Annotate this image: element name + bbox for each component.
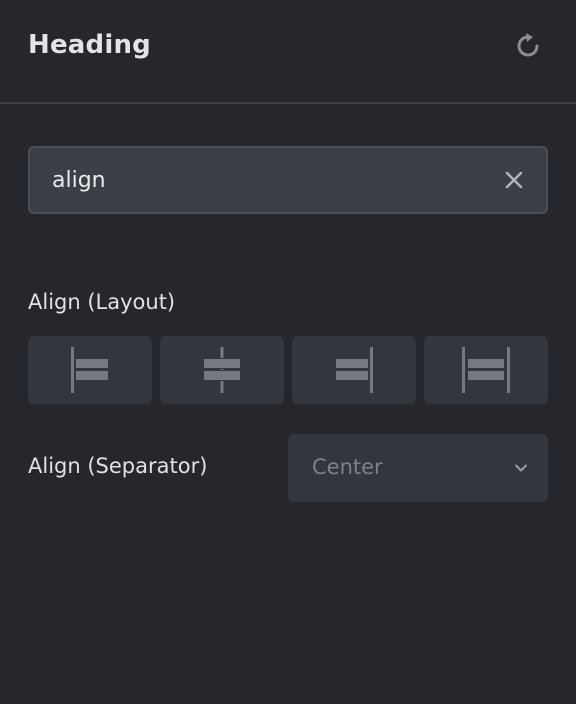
align-justify-button[interactable] bbox=[424, 336, 548, 404]
align-left-button[interactable] bbox=[28, 336, 152, 404]
reset-button[interactable] bbox=[508, 26, 548, 66]
align-layout-button-group bbox=[28, 336, 548, 404]
panel-title: Heading bbox=[28, 30, 151, 60]
align-justify-icon bbox=[462, 347, 510, 393]
align-left-icon bbox=[71, 347, 108, 393]
panel-header: Heading bbox=[0, 0, 576, 104]
align-layout-label: Align (Layout) bbox=[28, 290, 176, 314]
align-right-icon bbox=[336, 347, 373, 393]
search-field bbox=[28, 146, 548, 214]
align-right-button[interactable] bbox=[292, 336, 416, 404]
close-icon bbox=[505, 171, 523, 189]
clear-search-button[interactable] bbox=[496, 162, 532, 198]
refresh-icon bbox=[517, 33, 539, 57]
chevron-down-icon bbox=[515, 464, 527, 472]
search-input[interactable] bbox=[30, 148, 470, 212]
select-value: Center bbox=[312, 455, 383, 479]
align-center-icon bbox=[204, 347, 240, 393]
align-separator-select[interactable]: Center bbox=[288, 434, 548, 502]
align-separator-label: Align (Separator) bbox=[28, 454, 208, 478]
align-center-button[interactable] bbox=[160, 336, 284, 404]
